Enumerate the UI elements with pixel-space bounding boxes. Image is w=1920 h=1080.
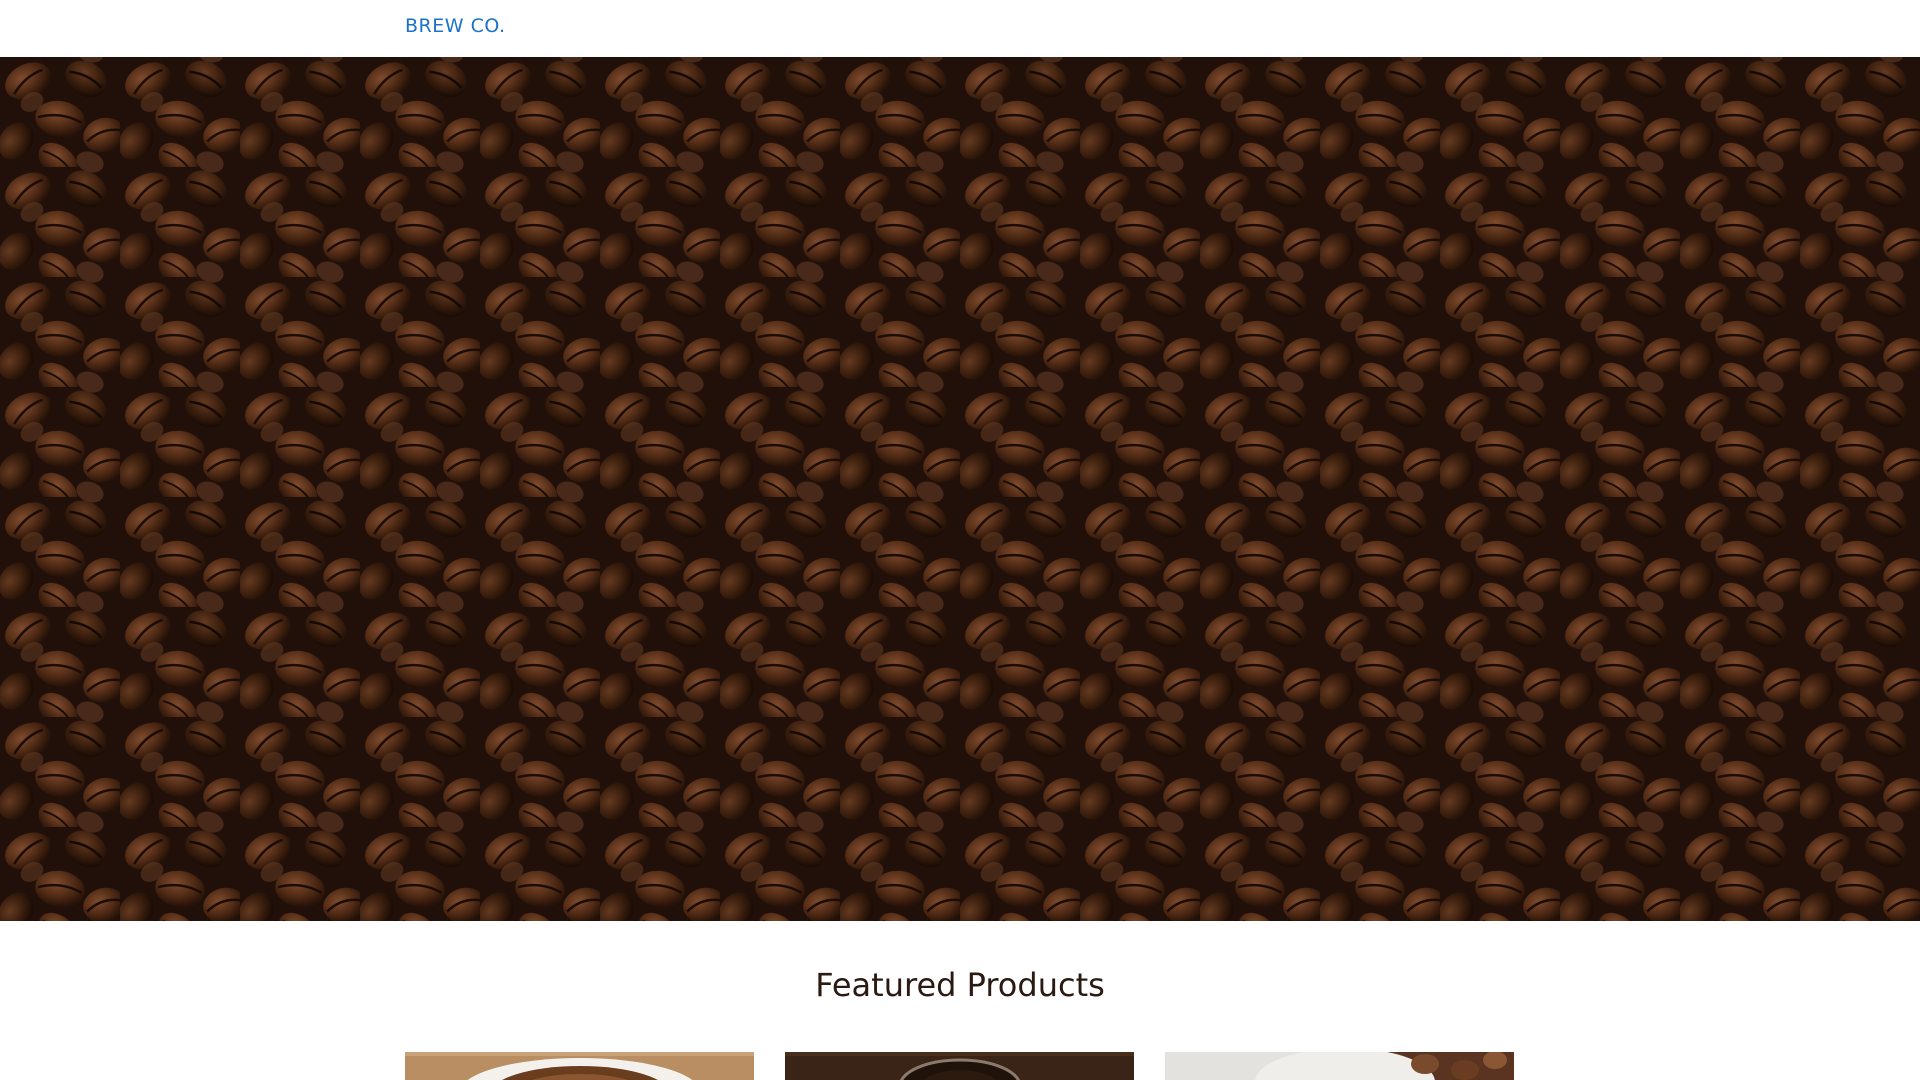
- product-image-coffee-beans-bowl: [1165, 1052, 1514, 1080]
- product-card-2[interactable]: [785, 1052, 1134, 1080]
- product-card-3[interactable]: [1165, 1052, 1514, 1080]
- product-image-ground-coffee: [785, 1052, 1134, 1080]
- featured-products-title: Featured Products: [815, 966, 1105, 1004]
- brand-logo-link[interactable]: BREW CO.: [405, 15, 506, 37]
- product-image-coffee-cup: [405, 1052, 754, 1080]
- product-card-1[interactable]: [405, 1052, 754, 1080]
- hero-banner: [0, 57, 1920, 921]
- navbar: BREW CO.: [0, 0, 1920, 57]
- hero-coffee-beans-image: [0, 57, 1920, 921]
